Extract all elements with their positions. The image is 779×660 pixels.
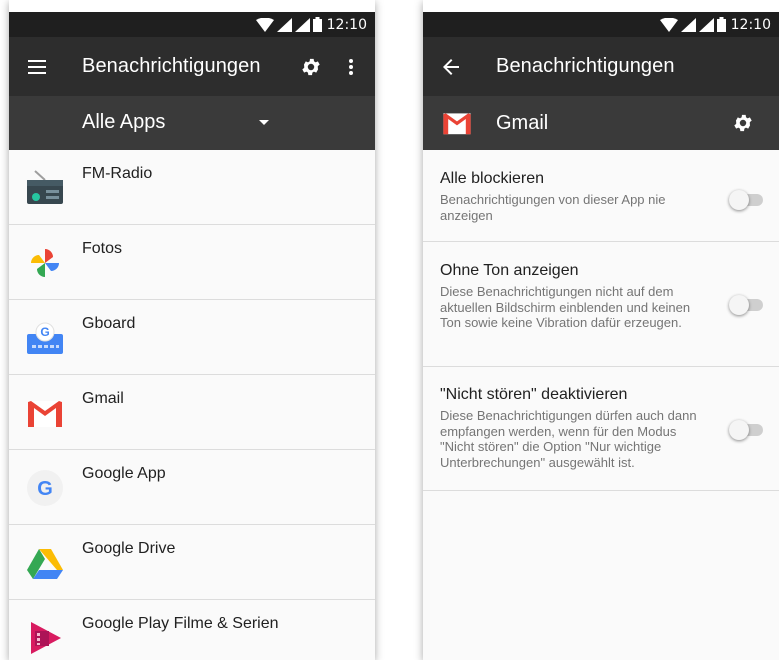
battery-icon [716, 17, 726, 32]
signal-icon [680, 17, 696, 32]
app-header: Gmail [423, 96, 779, 150]
status-bar: 12:10 [9, 12, 375, 37]
override-dnd-toggle[interactable] [729, 418, 763, 440]
app-name: Gmail [82, 390, 124, 407]
list-item[interactable]: Gmail [9, 375, 375, 450]
list-item[interactable]: G Gboard [9, 300, 375, 375]
list-item[interactable]: G Google App [9, 450, 375, 525]
app-list: FM-Radio Fotos G Gboard Gmail G Google A… [9, 150, 375, 660]
app-settings-gear-icon[interactable] [730, 110, 756, 136]
toolbar: Benachrichtigungen [9, 37, 375, 96]
svg-text:G: G [37, 478, 53, 500]
drive-icon [27, 549, 63, 579]
app-name: Gboard [82, 315, 136, 332]
list-item[interactable]: Google Play Filme & Serien [9, 600, 375, 660]
setting-title: Alle blockieren [440, 170, 545, 187]
notifications-app-list-screen: 12:10 Benachrichtigungen Alle Apps FM-Ra… [9, 0, 375, 660]
setting-block-all[interactable]: Alle blockieren Benachrichtigungen von d… [423, 150, 779, 242]
gboard-icon: G [27, 322, 63, 354]
overflow-menu-icon[interactable] [341, 55, 361, 79]
gmail-icon [28, 401, 62, 427]
signal-icon [276, 17, 292, 32]
app-name: Fotos [82, 240, 123, 257]
google-icon: G [27, 470, 63, 506]
status-icons [255, 17, 322, 32]
radio-icon [27, 170, 63, 204]
battery-icon [312, 17, 322, 32]
wifi-icon [255, 17, 274, 32]
app-name: Google Drive [82, 540, 176, 557]
silent-toggle[interactable] [729, 293, 763, 315]
setting-title: Ohne Ton anzeigen [440, 262, 579, 279]
gmail-icon [443, 113, 471, 135]
photos-icon [31, 249, 59, 277]
play-movies-icon [31, 622, 61, 654]
app-name: Gmail [496, 112, 549, 134]
settings-gear-icon[interactable] [298, 54, 324, 80]
signal-icon [294, 17, 310, 32]
status-bar: 12:10 [423, 12, 779, 37]
filter-selected-value: Alle Apps [82, 111, 166, 133]
chevron-down-icon [259, 120, 269, 125]
menu-icon[interactable] [25, 55, 49, 79]
app-filter-dropdown[interactable]: Alle Apps [9, 96, 375, 150]
list-item[interactable]: Google Drive [9, 525, 375, 600]
status-icons [659, 17, 726, 32]
back-arrow-icon[interactable] [439, 55, 463, 79]
page-title: Benachrichtigungen [496, 55, 675, 77]
page-title: Benachrichtigungen [82, 55, 261, 77]
setting-description: Diese Benachrichtigungen dürfen auch dan… [440, 408, 697, 470]
wifi-icon [659, 17, 678, 32]
setting-description: Benachrichtigungen von dieser App nie an… [440, 192, 666, 223]
signal-icon [698, 17, 714, 32]
app-name: FM-Radio [82, 165, 153, 182]
gmail-notification-settings-screen: 12:10 Benachrichtigungen Gmail Alle bloc… [423, 0, 779, 660]
setting-description: Diese Benachrichtigungen nicht auf dem a… [440, 284, 691, 330]
status-time: 12:10 [326, 16, 367, 33]
list-item[interactable]: FM-Radio [9, 150, 375, 225]
block-all-toggle[interactable] [729, 188, 763, 210]
list-item[interactable]: Fotos [9, 225, 375, 300]
app-name: Google Play Filme & Serien [82, 615, 279, 632]
app-name: Google App [82, 465, 166, 482]
svg-text:G: G [40, 325, 49, 339]
setting-silent[interactable]: Ohne Ton anzeigen Diese Benachrichtigung… [423, 242, 779, 367]
setting-title: "Nicht stören" deaktivieren [440, 386, 628, 403]
status-time: 12:10 [730, 16, 771, 33]
setting-override-dnd[interactable]: "Nicht stören" deaktivieren Diese Benach… [423, 367, 779, 491]
toolbar: Benachrichtigungen [423, 37, 779, 96]
